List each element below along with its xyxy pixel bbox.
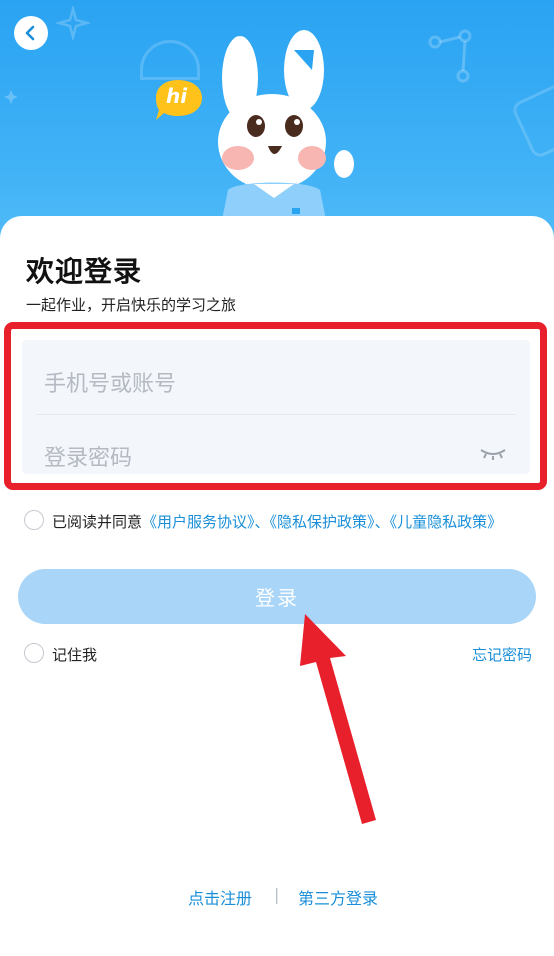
chevron-left-icon [25,25,35,41]
page-title: 欢迎登录 [26,255,143,288]
agreement-separator: 、 [254,513,270,531]
molecule-decor-icon [428,29,472,83]
red-arrow-annotation [300,614,376,824]
sparkle-decor-icon [4,90,18,104]
agreement-checkbox[interactable] [24,510,44,530]
agreement-text: 已阅读并同意《用户服务协议》、《隐私保护政策》、《儿童隐私政策》 [52,509,542,536]
forgot-password-link[interactable]: 忘记密码 [472,644,532,665]
footer-separator: | [274,885,280,904]
highlight-box [4,322,547,490]
back-button[interactable] [14,16,48,50]
star-decor-icon [56,6,90,40]
agreement-prefix: 已阅读并同意 [52,513,143,531]
privacy-policy-link[interactable]: 《隐私保护政策》 [270,513,375,531]
bunny-mascot-icon [218,30,354,230]
decor-shape [140,40,200,80]
page-subtitle: 一起作业，开启快乐的学习之旅 [26,296,237,314]
decor-shape [510,80,554,160]
agreement-separator: 、 [374,513,390,531]
remember-me-label: 记住我 [52,646,98,664]
user-terms-link[interactable]: 《用户服务协议》 [142,513,255,531]
child-privacy-link[interactable]: 《儿童隐私政策》 [390,513,503,531]
remember-me-checkbox[interactable] [24,643,44,663]
login-button[interactable]: 登录 [18,569,536,624]
register-link[interactable]: 点击注册 [188,885,252,909]
hi-bubble-text: hi [166,84,188,108]
third-party-login-link[interactable]: 第三方登录 [298,885,378,909]
